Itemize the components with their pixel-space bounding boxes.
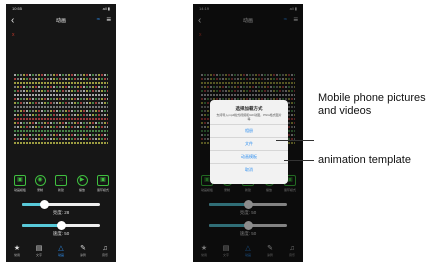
tab-label: 涂鸦 xyxy=(79,253,86,257)
slider-fill xyxy=(22,224,61,227)
nav-bar: ‹ 动画 ≈ ≡ xyxy=(6,14,116,28)
tab-label: 文字 xyxy=(35,253,42,257)
star-icon: ★ xyxy=(13,245,21,252)
led-dot-row xyxy=(14,98,108,100)
tab-music[interactable]: ♫ 音乐 xyxy=(94,244,116,257)
animation-template-option[interactable]: 动画模板 xyxy=(210,150,288,163)
template-note: animation template xyxy=(318,154,411,166)
speed-label: 速度: 50 xyxy=(52,231,70,236)
control-label: 动画模板 xyxy=(13,188,26,192)
led-dot-row xyxy=(14,74,108,76)
album-option[interactable]: 相册 xyxy=(210,124,288,137)
led-dot-row xyxy=(14,78,108,80)
load-method-dialog: 选择加载方式 支持导入mp4格式视频和GIF动图，PNG格式图片等 相册 文件 … xyxy=(210,100,288,184)
led-dot-row xyxy=(14,134,108,136)
tab-bar: ★ 常用 ▤ 文字 △ 动画 ✎ 涂鸦 ♫ 音乐 xyxy=(6,242,116,262)
dialog-message: 支持导入mp4格式视频和GIF动图，PNG格式图片等 xyxy=(216,113,282,121)
menu-icon[interactable]: ≡ xyxy=(106,15,111,24)
status-time: 10:55 xyxy=(12,6,23,11)
text-icon: ▤ xyxy=(35,245,43,252)
animation-template-button[interactable]: ▣ 动画模板 xyxy=(11,175,29,192)
pointer-line-template xyxy=(284,160,314,161)
led-dot-row xyxy=(14,90,108,92)
tab-graffiti[interactable]: ✎ 涂鸦 xyxy=(72,244,94,257)
led-dot-row xyxy=(14,142,108,144)
control-row: ▣ 动画模板 ◉ 录制 ⌂ 新建 ▶ 播放 ▣ 循环模式 xyxy=(9,175,113,195)
cancel-option[interactable]: 取消 xyxy=(210,163,288,176)
slider-knob[interactable] xyxy=(39,200,49,209)
play-button[interactable]: ▶ 播放 xyxy=(73,175,91,192)
control-label: 录制 xyxy=(36,188,43,192)
slider-knob[interactable] xyxy=(57,221,66,230)
speed-slider[interactable] xyxy=(22,221,100,230)
brightness-slider[interactable] xyxy=(22,200,100,209)
led-dot-row xyxy=(14,118,108,120)
brush-icon: ✎ xyxy=(80,245,86,252)
led-dot-row xyxy=(14,110,108,112)
loop-mode-button[interactable]: ▣ 循环模式 xyxy=(94,175,112,192)
led-preview-screen xyxy=(14,74,108,146)
loop-icon: ▣ xyxy=(97,175,109,186)
phone-screen-left: 10:55 all ▮ ‹ 动画 ≈ ≡ x ▣ 动画模板 ◉ 录制 ⌂ 新建 … xyxy=(6,4,116,262)
led-dot-row xyxy=(14,94,108,96)
music-icon: ♫ xyxy=(102,245,108,252)
tab-label: 音乐 xyxy=(101,253,108,257)
animation-icon: △ xyxy=(58,245,64,252)
record-icon: ◉ xyxy=(34,175,46,186)
template-icon: ▣ xyxy=(14,175,26,186)
new-icon: ⌂ xyxy=(55,175,67,186)
tab-text[interactable]: ▤ 文字 xyxy=(28,244,50,257)
play-icon: ▶ xyxy=(76,175,88,186)
led-dot-row xyxy=(14,122,108,124)
phone-screen-right: 14:19 all ▮ ‹ 动画 ≈ ≡ x ▣ 动画模板 ◉ 录制 ⌂ 新建 … xyxy=(193,4,303,262)
pointer-line-photos xyxy=(276,140,314,141)
dialog-title: 选择加载方式 xyxy=(235,106,263,111)
tab-common[interactable]: ★ 常用 xyxy=(6,244,28,257)
new-button[interactable]: ⌂ 新建 xyxy=(52,175,70,192)
close-icon[interactable]: x xyxy=(12,32,15,38)
brightness-label: 亮度: 28 xyxy=(52,210,70,215)
tab-animation[interactable]: △ 动画 xyxy=(50,244,72,257)
record-button[interactable]: ◉ 录制 xyxy=(31,175,49,192)
file-option[interactable]: 文件 xyxy=(210,137,288,150)
led-dot-row xyxy=(14,82,108,84)
photos-note: Mobile phone pictures and videos xyxy=(318,92,426,117)
status-bar: 10:55 all ▮ xyxy=(6,4,116,13)
led-dot-row xyxy=(14,106,108,108)
led-dot-row xyxy=(14,130,108,132)
led-dot-row xyxy=(14,86,108,88)
tab-label: 动画 xyxy=(57,253,64,257)
control-label: 循环模式 xyxy=(96,188,109,192)
control-label: 播放 xyxy=(78,188,85,192)
control-label: 新建 xyxy=(57,188,64,192)
led-dot-row xyxy=(14,126,108,128)
signal-icon: all ▮ xyxy=(102,6,110,11)
led-dot-row xyxy=(14,102,108,104)
wifi-icon[interactable]: ≈ xyxy=(97,17,100,23)
led-dot-row xyxy=(14,138,108,140)
tab-label: 常用 xyxy=(13,253,20,257)
led-dot-row xyxy=(14,114,108,116)
